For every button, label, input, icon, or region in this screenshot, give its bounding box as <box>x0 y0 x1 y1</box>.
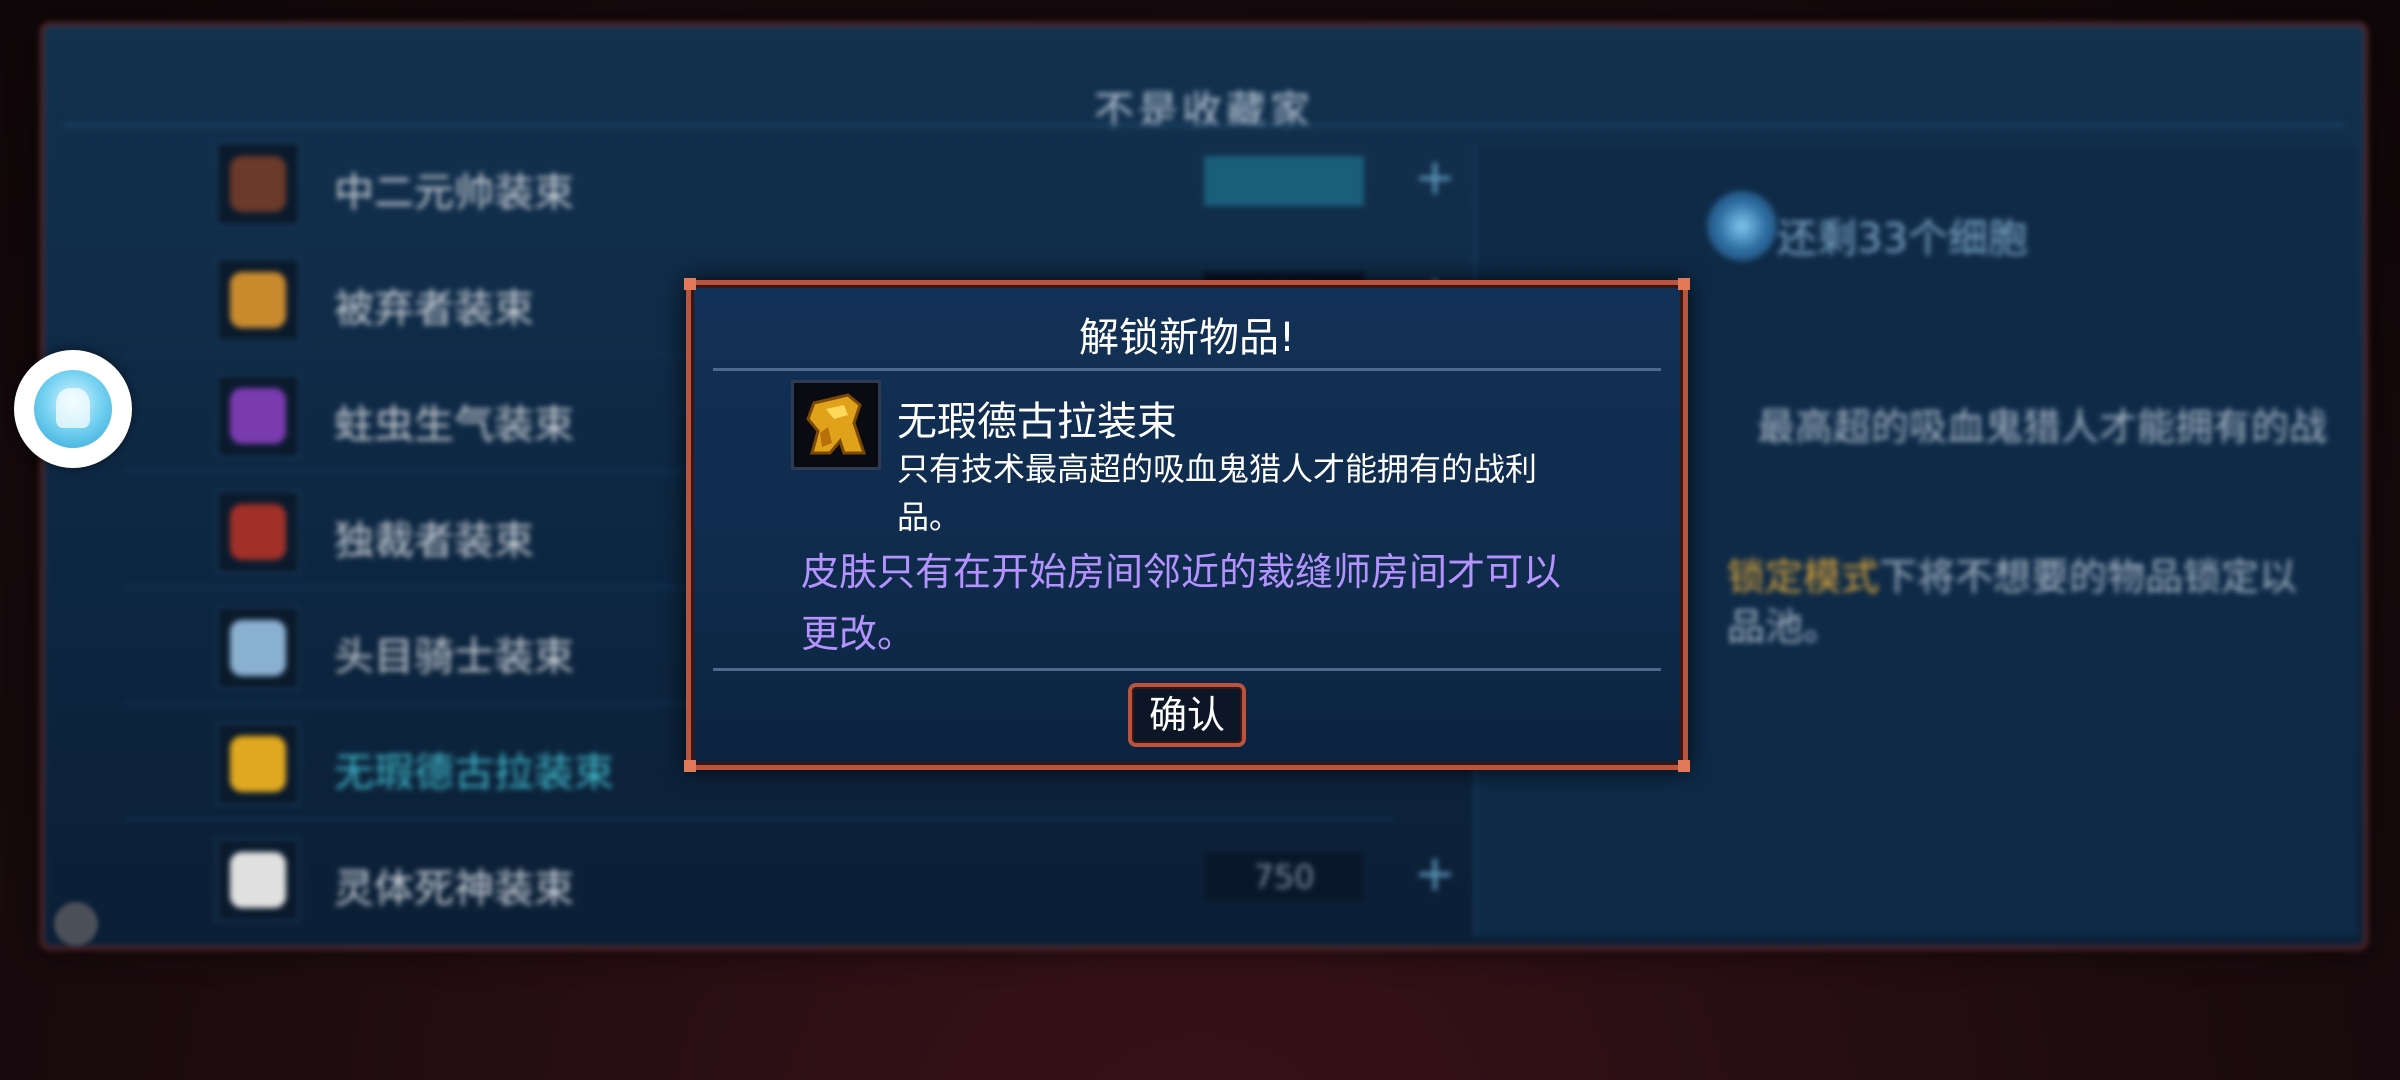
corner-rivet <box>1678 278 1690 290</box>
outfit-name: 独裁者装束 <box>334 518 534 564</box>
unlock-dialog: 解锁新物品! 无瑕德古拉装束 只有技术最高超的吸血鬼猎人才能拥有的战利品。 皮肤… <box>684 278 1690 772</box>
outfit-name: 灵体死神装束 <box>334 866 574 912</box>
detail-hint-end: 品池。 <box>1727 605 1842 649</box>
outfit-name: 中二元帅装束 <box>334 170 574 216</box>
detail-hint: 锁定模式下将不想要的物品锁定以 <box>1727 546 2297 601</box>
outfit-icon <box>216 838 300 922</box>
detail-description: 最高超的吸血鬼猎人才能拥有的战 <box>1757 405 2328 449</box>
outfit-icon <box>216 490 300 574</box>
outfit-icon <box>216 142 300 226</box>
corner-button[interactable] <box>54 902 98 946</box>
item-description: 只有技术最高超的吸血鬼猎人才能拥有的战利品。 <box>897 450 1538 536</box>
floating-assistant-button[interactable] <box>14 350 132 468</box>
outfit-name: 无瑕德古拉装束 <box>334 750 614 796</box>
outfit-icon <box>216 722 300 806</box>
dialog-divider <box>713 668 1661 671</box>
dialog-divider <box>713 368 1661 371</box>
outfit-icon <box>216 374 300 458</box>
outfit-name: 蛀虫生气装束 <box>334 402 574 448</box>
list-item[interactable]: 中二元帅装束 + <box>124 126 1456 240</box>
list-item[interactable]: 灵体死神装束 750 + <box>124 822 1456 934</box>
outfit-price: 750 <box>1204 852 1364 902</box>
game-screen: 不是收藏家 中二元帅装束 + 被弃者装束 150 + 蛀虫生气装束 独裁者装束 … <box>0 0 2400 1080</box>
skin-note: 皮肤只有在开始房间邻近的裁缝师房间才可以更改。 <box>801 550 1562 656</box>
golden-outfit-icon <box>791 380 881 470</box>
corner-rivet <box>1678 760 1690 772</box>
outfit-name: 被弃者装束 <box>334 286 534 332</box>
cell-icon <box>1707 191 1777 261</box>
corner-rivet <box>684 278 696 290</box>
outfit-icon <box>216 258 300 342</box>
plus-icon[interactable]: + <box>1414 844 1456 902</box>
dialog-title: 解锁新物品! <box>1078 315 1296 361</box>
outfit-icon <box>216 606 300 690</box>
item-name: 无瑕德古拉装束 <box>897 399 1177 445</box>
lock-mode-highlight: 锁定模式 <box>1727 555 1880 599</box>
floating-assistant-icon <box>34 370 112 448</box>
plus-icon[interactable]: + <box>1414 148 1456 206</box>
confirm-button[interactable]: 确认 <box>1128 683 1246 747</box>
cells-remaining: 还剩33个细胞 <box>1777 216 2028 262</box>
corner-rivet <box>684 760 696 772</box>
detail-hint-text: 下将不想要的物品锁定以 <box>1879 555 2298 599</box>
outfit-name: 头目骑士装束 <box>334 634 574 680</box>
outfit-price <box>1204 156 1364 206</box>
